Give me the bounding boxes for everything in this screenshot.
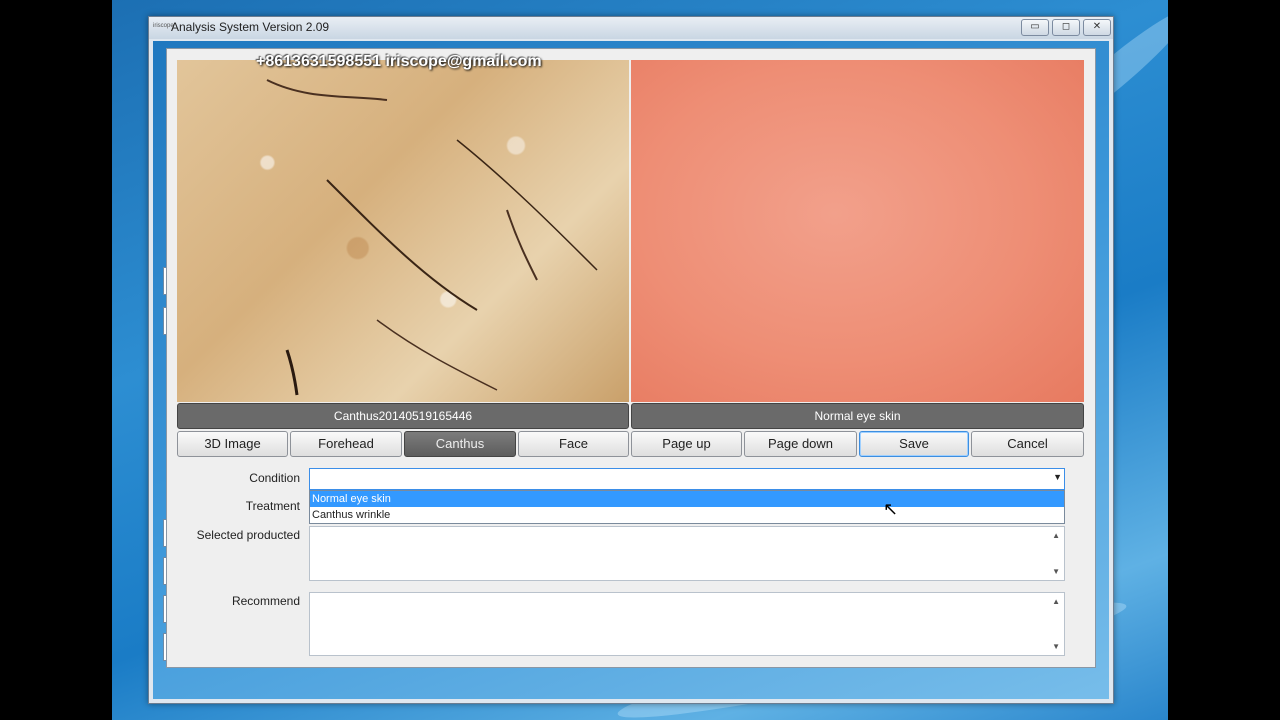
condition-dropdown[interactable]: ▼ [309,468,1065,490]
minimize-icon: ▭ [1030,21,1040,32]
cancel-button[interactable]: Cancel [971,431,1084,457]
option-normal-eye-skin[interactable]: Normal eye skin [310,491,1064,507]
recommend-label: Recommend [231,594,300,608]
page-down-button[interactable]: Page down [744,431,857,457]
canthus-image [177,60,629,402]
window-title: Analysis System Version 2.09 [171,20,330,34]
save-button[interactable]: Save [859,431,969,457]
maximize-button[interactable]: ◻ [1052,19,1080,36]
normal-skin-image [631,60,1084,402]
left-image-caption: Canthus20140519165446 [177,403,629,429]
mouse-cursor-icon: ↖ [883,499,899,519]
selected-products-label: Selected producted [196,528,300,542]
contact-watermark: +8613631598551 iriscope@gmail.com [256,53,542,70]
selected-products-textarea[interactable]: ▲ ▼ [309,526,1065,581]
face-button[interactable]: Face [518,431,629,457]
right-image-caption: Normal eye skin [631,403,1084,429]
maximize-icon: ◻ [1061,21,1071,32]
scroll-up-icon[interactable]: ▲ [1052,531,1060,540]
3d-image-button[interactable]: 3D Image [177,431,288,457]
canthus-button[interactable]: Canthus [404,431,516,457]
minimize-button[interactable]: ▭ [1021,19,1049,36]
condition-options-list: Normal eye skin Canthus wrinkle [309,490,1065,524]
title-bar: iriscope Analysis System Version 2.09 ▭ … [149,17,1113,39]
page-up-button[interactable]: Page up [631,431,742,457]
scroll-down-icon[interactable]: ▼ [1052,642,1060,651]
scroll-down-icon[interactable]: ▼ [1052,567,1060,576]
scroll-up-icon[interactable]: ▲ [1052,597,1060,606]
close-icon: ✕ [1092,21,1102,32]
treatment-label: Treatment [245,499,300,513]
close-button[interactable]: ✕ [1083,19,1111,36]
recommend-textarea[interactable]: ▲ ▼ [309,592,1065,656]
option-canthus-wrinkle[interactable]: Canthus wrinkle [310,507,1064,523]
skin-texture-left [266,79,598,396]
forehead-button[interactable]: Forehead [290,431,402,457]
dropdown-arrow-icon[interactable]: ▼ [1053,472,1062,482]
condition-label: Condition [249,471,300,485]
